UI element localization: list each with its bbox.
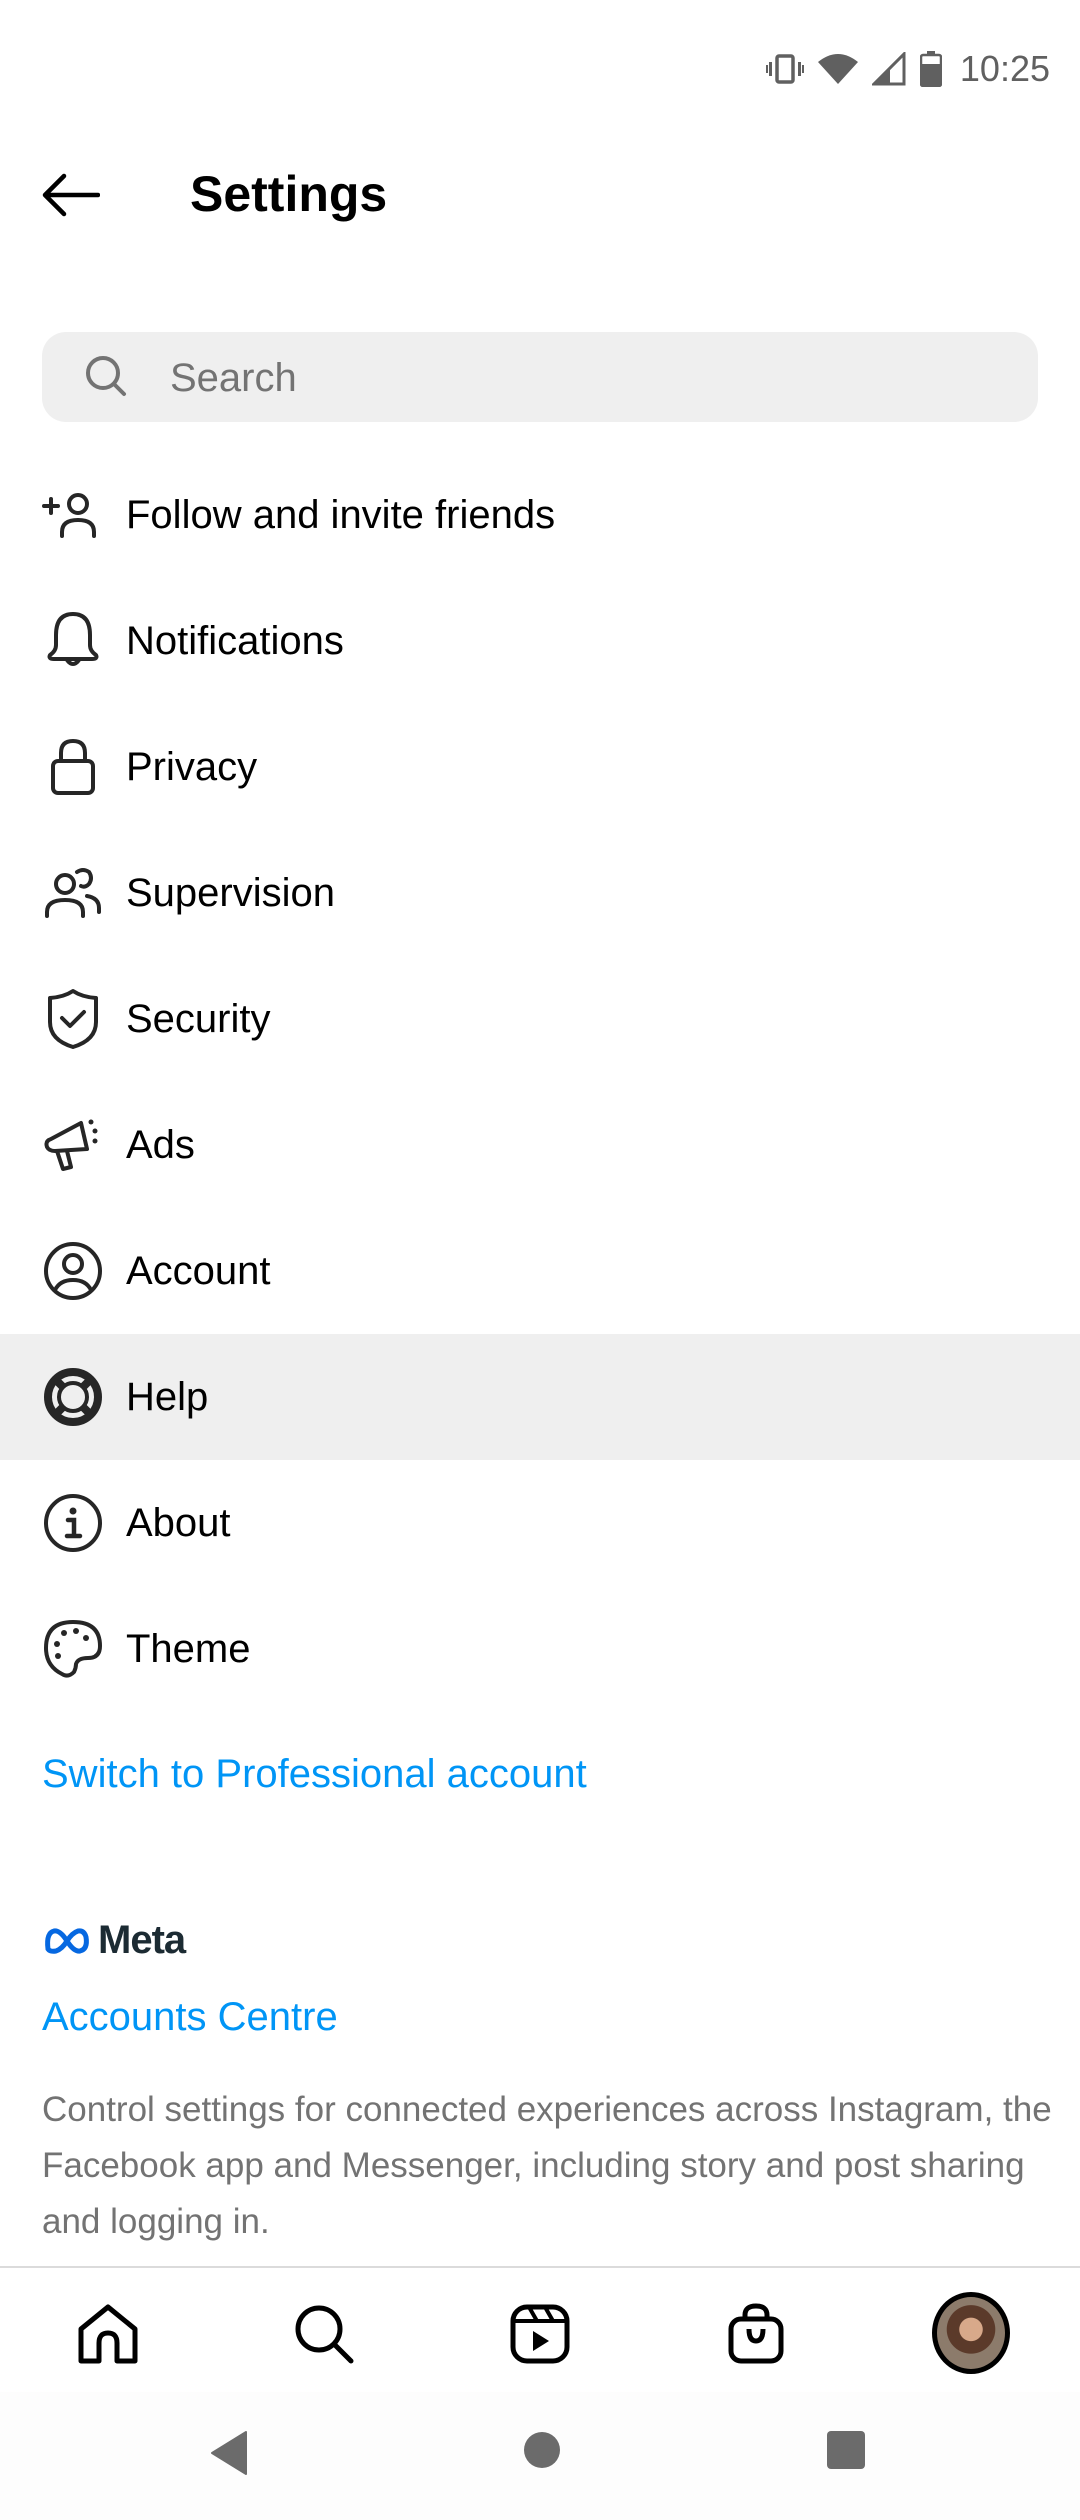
- settings-menu: Follow and invite friends Notifications …: [0, 452, 1080, 1712]
- back-triangle-icon[interactable]: [208, 2430, 248, 2476]
- switch-professional-link[interactable]: Switch to Professional account: [42, 1752, 587, 1797]
- menu-item-account[interactable]: Account: [0, 1208, 1080, 1334]
- accounts-centre-link[interactable]: Accounts Centre: [42, 1995, 338, 2040]
- lifebuoy-icon: [40, 1364, 106, 1430]
- reels-icon: [510, 2304, 570, 2364]
- header: Settings: [0, 150, 1080, 238]
- nav-search[interactable]: [284, 2294, 364, 2374]
- system-nav: [0, 2392, 1080, 2520]
- menu-item-label: Account: [126, 1248, 271, 1293]
- menu-item-notifications[interactable]: Notifications: [0, 578, 1080, 704]
- profile-avatar[interactable]: [932, 2292, 1010, 2374]
- menu-item-ads[interactable]: Ads: [0, 1082, 1080, 1208]
- menu-item-label: Security: [126, 996, 271, 1041]
- shield-check-icon: [40, 986, 106, 1052]
- menu-item-label: Privacy: [126, 744, 258, 789]
- wifi-icon: [817, 54, 858, 84]
- menu-item-about[interactable]: About: [0, 1460, 1080, 1586]
- nav-reels[interactable]: [500, 2294, 580, 2374]
- info-icon: [40, 1490, 106, 1556]
- menu-item-supervision[interactable]: Supervision: [0, 830, 1080, 956]
- bottom-nav: [0, 2268, 1080, 2392]
- meta-infinity-icon: [45, 1927, 89, 1954]
- bell-icon: [40, 608, 106, 674]
- signal-icon: [871, 52, 906, 86]
- menu-item-label: Notifications: [126, 618, 344, 663]
- lock-icon: [40, 734, 106, 800]
- page-title: Settings: [190, 166, 388, 222]
- menu-item-label: Ads: [126, 1122, 195, 1167]
- nav-shop[interactable]: [716, 2294, 796, 2374]
- menu-item-label: Supervision: [126, 870, 336, 915]
- search-icon: [86, 356, 126, 396]
- menu-item-label: Theme: [126, 1626, 251, 1671]
- menu-item-label: About: [126, 1500, 231, 1545]
- people-icon: [40, 860, 106, 926]
- account-circle-icon: [40, 1238, 106, 1304]
- meta-wordmark: Meta: [98, 1918, 186, 1962]
- search-bar[interactable]: [42, 332, 1038, 424]
- menu-item-follow-invite[interactable]: Follow and invite friends: [0, 452, 1080, 578]
- recents-square-icon[interactable]: [826, 2430, 866, 2470]
- menu-item-privacy[interactable]: Privacy: [0, 704, 1080, 830]
- menu-item-label: Follow and invite friends: [126, 492, 556, 537]
- megaphone-icon: [40, 1112, 106, 1178]
- vibrate-icon: [765, 54, 804, 84]
- palette-icon: [40, 1616, 106, 1682]
- status-time: 10:25: [959, 48, 1050, 89]
- search-input[interactable]: [168, 332, 1012, 424]
- menu-item-theme[interactable]: Theme: [0, 1586, 1080, 1712]
- arrow-left-icon: [42, 173, 101, 217]
- home-icon: [78, 2304, 138, 2364]
- menu-item-security[interactable]: Security: [0, 956, 1080, 1082]
- status-bar: 10:25: [0, 0, 1080, 140]
- back-button[interactable]: [40, 170, 110, 220]
- menu-item-help[interactable]: Help: [0, 1334, 1080, 1460]
- home-circle-icon[interactable]: [522, 2430, 562, 2470]
- shop-icon: [728, 2303, 784, 2364]
- add-person-icon: [40, 482, 106, 548]
- nav-home[interactable]: [68, 2294, 148, 2374]
- search-icon: [295, 2305, 354, 2364]
- meta-logo: Meta: [42, 1918, 186, 1963]
- battery-icon: [919, 51, 942, 87]
- menu-item-label: Help: [126, 1374, 209, 1419]
- accounts-centre-description: Control settings for connected experienc…: [42, 2090, 1052, 2241]
